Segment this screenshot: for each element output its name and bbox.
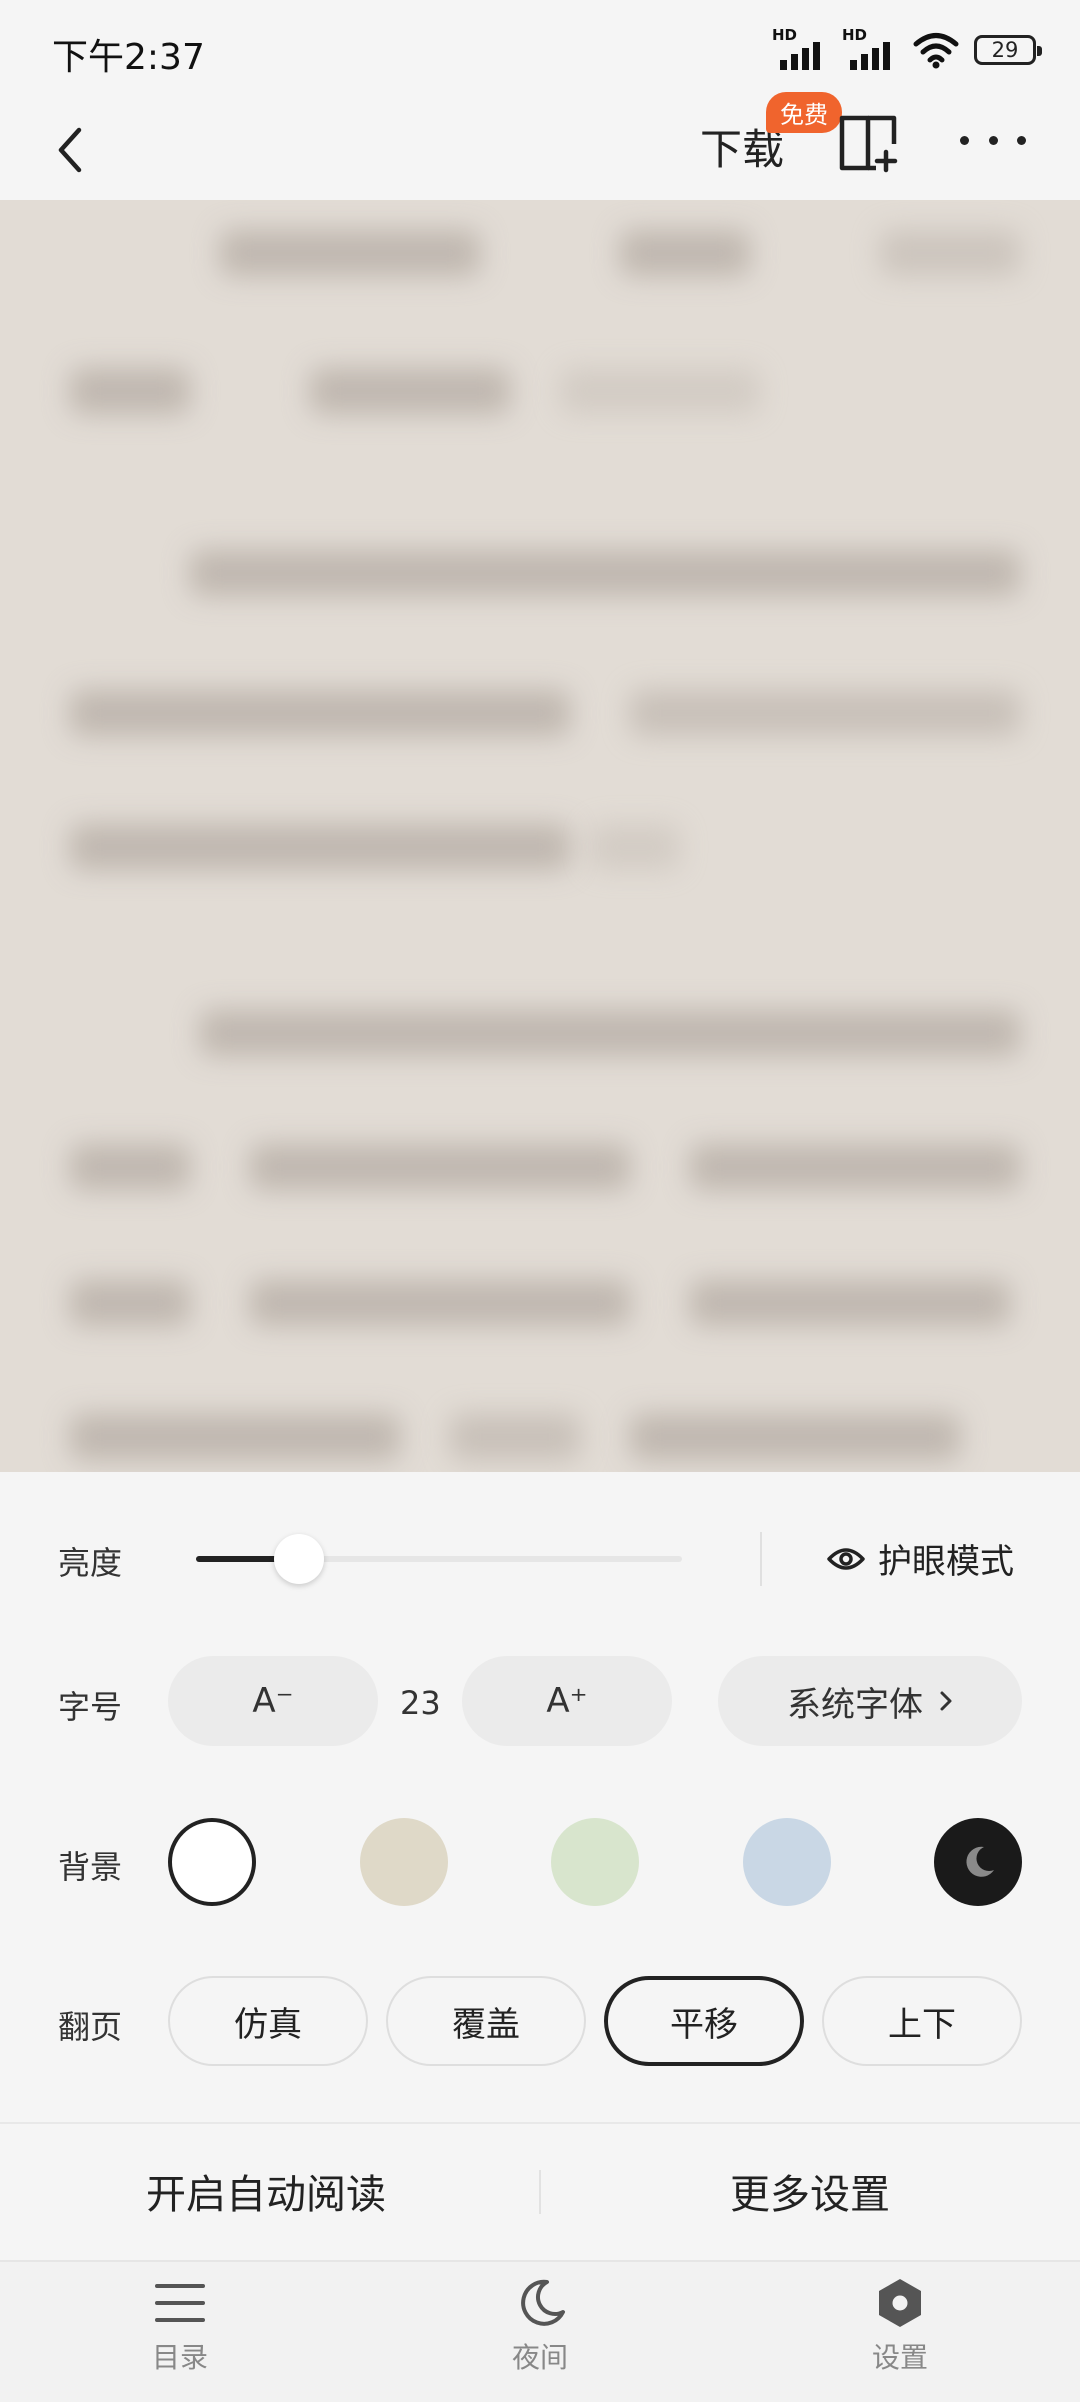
font-decrease-button[interactable]: A⁻	[168, 1656, 378, 1746]
background-option-green[interactable]	[551, 1818, 639, 1906]
background-option-night[interactable]	[934, 1818, 1022, 1906]
background-option-blue[interactable]	[743, 1818, 831, 1906]
tab-settings[interactable]: 设置	[820, 2276, 980, 2376]
page-turn-vertical[interactable]: 上下	[822, 1976, 1022, 2066]
back-button[interactable]	[30, 110, 110, 190]
font-family-button[interactable]: 系统字体	[718, 1656, 1022, 1746]
back-arrow-icon	[58, 127, 82, 173]
font-family-label: 系统字体	[787, 1684, 923, 1725]
status-bar: 下午2:37 HD HD 29	[0, 0, 1080, 100]
brightness-slider-thumb[interactable]	[273, 1534, 324, 1584]
free-badge: 免费	[766, 92, 842, 133]
more-button[interactable]	[960, 120, 1026, 160]
font-size-label: 字号	[58, 1688, 123, 1726]
divider	[760, 1532, 762, 1586]
background-option-beige[interactable]	[360, 1818, 448, 1906]
more-settings-button[interactable]: 更多设置	[730, 2162, 890, 2220]
tab-label: 夜间	[511, 2341, 568, 2374]
status-time: 下午2:37	[52, 37, 205, 78]
eye-mode-toggle[interactable]: 护眼模式	[826, 1534, 1014, 1583]
eye-mode-label: 护眼模式	[878, 1542, 1014, 1582]
reader-settings-panel: 亮度 护眼模式 字号 A⁻ 23 A⁺ 系统字体 背景 翻页 仿真 覆盖 平移 …	[0, 1472, 1080, 2124]
top-nav: 下载 免费	[0, 92, 1080, 200]
background-label: 背景	[58, 1848, 123, 1886]
font-size-value: 23	[400, 1684, 441, 1722]
divider	[539, 2170, 541, 2214]
status-icons: HD HD 29	[772, 26, 1042, 70]
book-add-icon	[839, 115, 898, 173]
moon-icon	[966, 1846, 994, 1877]
tab-label: 目录	[151, 2341, 208, 2374]
dot-icon	[960, 135, 969, 145]
chevron-right-icon	[940, 1691, 952, 1711]
signal-icon: HD	[772, 26, 828, 70]
tab-bar: 目录 夜间 设置	[0, 2260, 1080, 2402]
tab-night[interactable]: 夜间	[460, 2276, 620, 2376]
moon-icon	[521, 2279, 565, 2326]
dot-icon	[988, 135, 998, 145]
wifi-icon	[913, 33, 959, 69]
page-turn-slide[interactable]: 平移	[604, 1976, 804, 2066]
auto-read-button[interactable]: 开启自动阅读	[146, 2162, 386, 2220]
brightness-slider[interactable]	[196, 1534, 682, 1584]
reading-page[interactable]	[0, 200, 1080, 1472]
add-to-shelf-button[interactable]	[836, 106, 906, 176]
page-turn-label: 翻页	[58, 2008, 123, 2046]
list-icon	[155, 2284, 205, 2322]
font-increase-button[interactable]: A⁺	[462, 1656, 672, 1746]
tab-catalog[interactable]: 目录	[100, 2276, 260, 2376]
background-option-white[interactable]	[168, 1818, 256, 1906]
signal-icon: HD	[842, 26, 898, 70]
brightness-label: 亮度	[58, 1544, 123, 1582]
bottom-actions: 开启自动阅读 更多设置	[0, 2122, 1080, 2262]
dot-icon	[1017, 135, 1026, 145]
eye-icon	[827, 1547, 865, 1570]
tab-label: 设置	[871, 2341, 928, 2374]
page-turn-simulation[interactable]: 仿真	[168, 1976, 368, 2066]
battery-icon: 29	[974, 35, 1042, 65]
page-turn-cover[interactable]: 覆盖	[386, 1976, 586, 2066]
settings-icon	[879, 2279, 921, 2327]
